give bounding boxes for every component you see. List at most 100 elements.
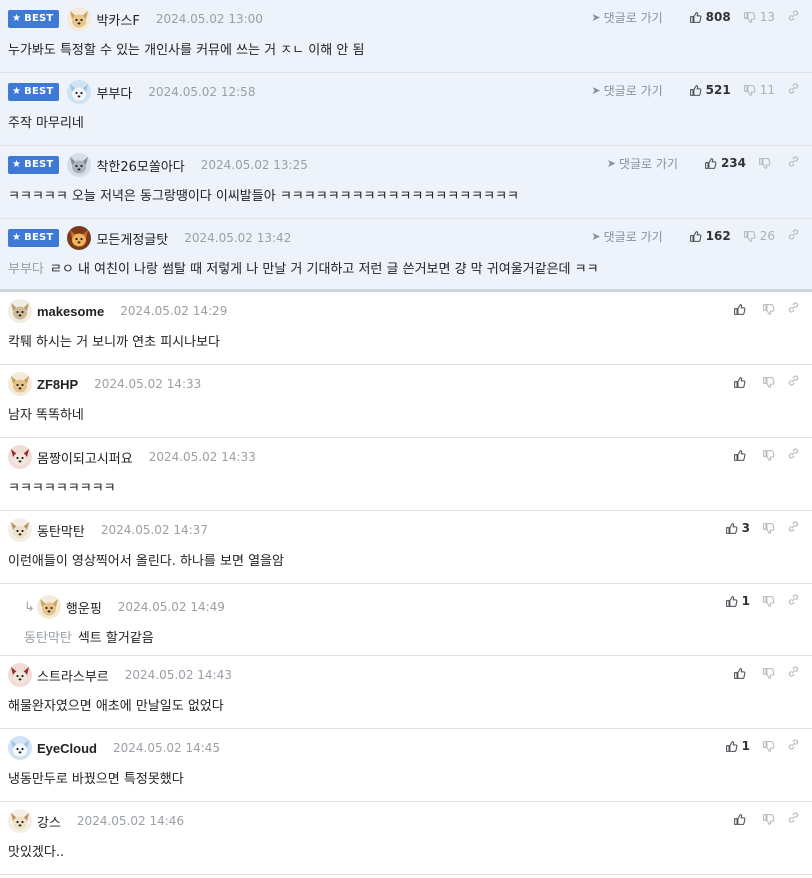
avatar[interactable] bbox=[67, 7, 92, 31]
downvote-button[interactable]: 13 bbox=[743, 10, 775, 24]
comment-date: 2024.05.02 14:46 bbox=[76, 814, 185, 828]
comment-body: 냉동만두로 바꿨으면 특정못했다 bbox=[8, 772, 184, 787]
best-comment: ★ BEST 박카스F 2024.05.02 13:00 ➤ 댓글로 가기 808 13 누가봐… bbox=[0, 0, 812, 73]
mention[interactable]: 부부다 bbox=[8, 262, 44, 277]
comment-actions bbox=[721, 299, 800, 319]
avatar[interactable] bbox=[8, 518, 32, 542]
nickname[interactable]: 행운핑 bbox=[66, 598, 102, 617]
link-icon[interactable] bbox=[787, 593, 800, 609]
comment-text: 주작 마무리네 bbox=[8, 112, 84, 131]
nickname[interactable]: 강스 bbox=[37, 812, 61, 831]
avatar[interactable] bbox=[36, 595, 61, 619]
downvote-button[interactable] bbox=[762, 813, 775, 826]
nickname[interactable]: EyeCloud bbox=[37, 741, 97, 756]
link-icon[interactable] bbox=[787, 738, 800, 754]
comment-body: ㅋㅋㅋㅋㅋ 오늘 저녁은 동그랑땡이다 이씨발들아 ㅋㅋㅋㅋㅋㅋㅋㅋㅋㅋㅋㅋㅋㅋ… bbox=[8, 189, 520, 204]
nickname[interactable]: 동탄막탄 bbox=[37, 521, 85, 540]
avatar[interactable] bbox=[67, 153, 92, 177]
nickname[interactable]: 박카스F bbox=[96, 10, 139, 29]
avatar[interactable] bbox=[8, 809, 32, 833]
send-arrow-icon: ➤ bbox=[606, 156, 616, 170]
avatar[interactable] bbox=[8, 736, 32, 760]
downvote-button[interactable] bbox=[762, 449, 775, 462]
comment-header: 동탄막탄 2024.05.02 14:37 bbox=[8, 518, 208, 542]
downvote-button[interactable] bbox=[762, 595, 775, 608]
reply-arrow-icon: ↳ bbox=[24, 599, 35, 615]
comment-date: 2024.05.02 14:33 bbox=[94, 377, 202, 391]
link-icon[interactable] bbox=[787, 9, 800, 25]
downvote-button[interactable] bbox=[762, 376, 775, 389]
downvote-button[interactable] bbox=[758, 157, 775, 170]
nickname[interactable]: 모든게정글탓 bbox=[96, 229, 168, 248]
goto-comment-link[interactable]: ➤ 댓글로 가기 bbox=[591, 82, 662, 99]
comment-header: ★ BEST 모든게정글탓 2024.05.02 13:42 bbox=[8, 226, 291, 250]
upvote-count: 3 bbox=[741, 521, 750, 535]
nickname[interactable]: 부부다 bbox=[96, 83, 132, 102]
downvote-button[interactable] bbox=[762, 740, 775, 753]
thumb-down-icon bbox=[762, 376, 775, 389]
nickname[interactable]: makesome bbox=[37, 304, 104, 319]
upvote-count: 1 bbox=[741, 739, 750, 753]
upvote-button[interactable] bbox=[733, 376, 750, 389]
downvote-button[interactable] bbox=[762, 303, 775, 316]
upvote-button[interactable]: 3 bbox=[725, 521, 750, 535]
link-icon[interactable] bbox=[787, 155, 800, 171]
link-icon[interactable] bbox=[787, 301, 800, 317]
avatar[interactable] bbox=[8, 445, 32, 469]
goto-comment-link[interactable]: ➤ 댓글로 가기 bbox=[607, 155, 678, 172]
comment-actions bbox=[721, 445, 800, 465]
mention[interactable]: 동탄막탄 bbox=[24, 631, 72, 646]
nickname[interactable]: 몸짱이되고시퍼요 bbox=[37, 448, 133, 467]
star-icon: ★ bbox=[12, 232, 22, 243]
send-arrow-icon: ➤ bbox=[591, 10, 601, 24]
comment-header: ↳ 행운핑 2024.05.02 14:49 bbox=[24, 595, 225, 619]
link-icon[interactable] bbox=[787, 520, 800, 536]
goto-comment-link[interactable]: ➤ 댓글로 가기 bbox=[591, 9, 662, 26]
upvote-button[interactable]: 1 bbox=[725, 739, 750, 753]
link-icon[interactable] bbox=[787, 228, 800, 244]
upvote-button[interactable] bbox=[733, 303, 750, 316]
upvote-count: 162 bbox=[705, 229, 731, 243]
goto-comment-link[interactable]: ➤ 댓글로 가기 bbox=[591, 228, 662, 245]
thumb-up-icon bbox=[704, 157, 717, 170]
link-icon[interactable] bbox=[787, 82, 800, 98]
downvote-button[interactable] bbox=[762, 522, 775, 535]
downvote-count: 11 bbox=[759, 83, 775, 97]
avatar[interactable] bbox=[67, 226, 92, 250]
upvote-button[interactable] bbox=[733, 449, 750, 462]
upvote-button[interactable]: 162 bbox=[689, 229, 731, 243]
comment-date: 2024.05.02 13:42 bbox=[184, 231, 292, 245]
upvote-button[interactable] bbox=[733, 813, 750, 826]
nickname[interactable]: 스트라스부르 bbox=[37, 666, 109, 685]
comment-body: 이런애들이 영상찍어서 올린다. 하나를 보면 열을암 bbox=[8, 554, 284, 569]
upvote-button[interactable] bbox=[733, 667, 750, 680]
goto-label: 댓글로 가기 bbox=[603, 10, 663, 25]
upvote-button[interactable]: 234 bbox=[704, 156, 746, 170]
upvote-button[interactable]: 808 bbox=[689, 10, 731, 24]
star-icon: ★ bbox=[12, 86, 22, 97]
nickname[interactable]: ZF8HP bbox=[37, 377, 78, 392]
comment-actions: ➤ 댓글로 가기 521 11 bbox=[591, 80, 800, 100]
nickname[interactable]: 착한26모쏠아다 bbox=[96, 156, 184, 175]
downvote-button[interactable] bbox=[762, 667, 775, 680]
link-icon[interactable] bbox=[787, 811, 800, 827]
avatar[interactable] bbox=[67, 80, 92, 104]
upvote-count: 234 bbox=[720, 156, 746, 170]
comment-actions bbox=[721, 372, 800, 392]
comment-date: 2024.05.02 14:43 bbox=[124, 668, 232, 682]
comment-actions: ➤ 댓글로 가기 808 13 bbox=[591, 7, 800, 27]
comment-actions: 3 bbox=[713, 518, 800, 538]
avatar[interactable] bbox=[8, 299, 32, 323]
comment: makesome 2024.05.02 14:29 칵퉤 하시는 거 보니까 연초 … bbox=[0, 292, 812, 365]
best-badge: ★ BEST bbox=[8, 10, 60, 28]
downvote-button[interactable]: 11 bbox=[743, 83, 775, 97]
link-icon[interactable] bbox=[787, 665, 800, 681]
downvote-button[interactable]: 26 bbox=[743, 229, 775, 243]
avatar[interactable] bbox=[8, 372, 32, 396]
upvote-button[interactable]: 521 bbox=[689, 83, 731, 97]
thumb-down-icon bbox=[758, 157, 771, 170]
link-icon[interactable] bbox=[787, 374, 800, 390]
upvote-button[interactable]: 1 bbox=[725, 594, 750, 608]
link-icon[interactable] bbox=[787, 447, 800, 463]
avatar[interactable] bbox=[8, 663, 32, 687]
